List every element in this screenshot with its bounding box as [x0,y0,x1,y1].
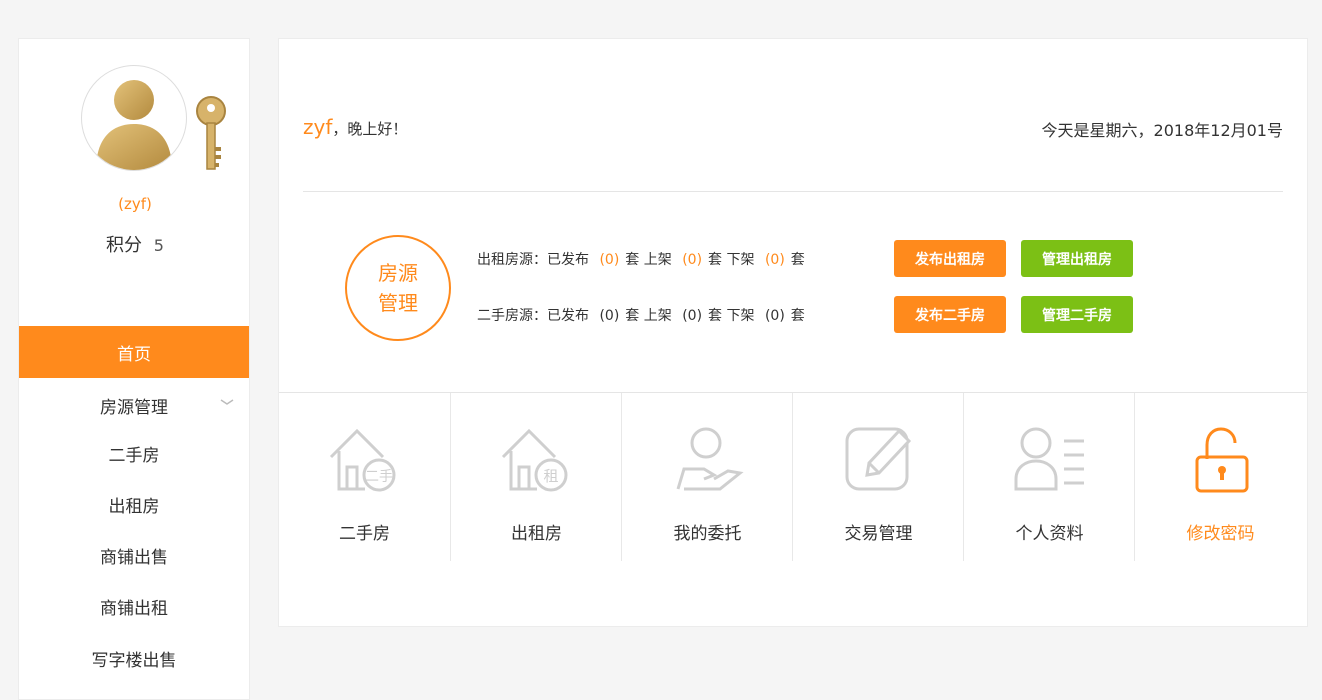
manage-second-hand-button[interactable]: 管理二手房 [1021,296,1133,333]
second-hand-stats: 二手房源：已发布 (0) 套 上架 (0) 套 下架 (0) 套 [477,305,805,325]
main-panel: zyf，晚上好！ 今天是星期六，2018年12月01号 房源 管理 出租房源：已… [278,38,1308,627]
nav-item-second-hand[interactable]: 二手房 [19,435,249,471]
badge-line-1: 房源 [378,261,418,285]
tile-label: 出租房 [511,524,562,544]
rent-delisted-count: (0) [764,252,785,268]
second-unit-3: 套 [790,308,805,324]
house-second-icon: 二手 [329,428,395,492]
sidebar: (zyf) 积分 5 首页 房源管理 二手房 出租房 商铺出售 商铺出租 写字楼… [18,38,250,700]
tile-second-hand[interactable]: 二手 二手房 [279,393,450,561]
second-published-count: (0) [599,308,620,324]
tile-label: 个人资料 [1015,524,1084,544]
entrust-icon [676,427,744,491]
tile-my-entrust[interactable]: 我的委托 [621,393,793,561]
divider [303,191,1283,192]
nav-home[interactable]: 首页 [19,326,249,378]
publish-rent-button[interactable]: 发布出租房 [894,240,1006,277]
avatar[interactable] [81,65,187,171]
rent-unit-2: 套 下架 [708,252,755,268]
tile-label: 修改密码 [1186,524,1255,544]
second-unit-1: 套 上架 [625,308,672,324]
tile-icon-badge: 租 [543,467,558,485]
tile-change-password[interactable]: 修改密码 [1134,393,1306,561]
greeting-text: ，晚上好！ [332,120,408,138]
tile-label: 二手房 [339,524,390,544]
rent-stats: 出租房源：已发布 (0) 套 上架 (0) 套 下架 (0) 套 [477,249,805,269]
nav-group-label: 房源管理 [100,397,168,418]
publish-second-hand-button[interactable]: 发布二手房 [894,296,1006,333]
rent-published-count: (0) [599,252,620,268]
lock-icon [1195,427,1248,493]
points-label: 积分 [106,235,143,256]
second-unit-2: 套 下架 [708,308,755,324]
greeting: zyf，晚上好！ [303,115,407,139]
edit-icon [845,427,911,491]
date-text: 今天是星期六，2018年12月01号 [1041,121,1283,140]
nav-item-shop-rent[interactable]: 商铺出租 [19,588,249,624]
rent-unit-1: 套 上架 [625,252,672,268]
tile-icon-badge: 二手 [365,469,393,485]
rent-listed-count: (0) [682,252,703,268]
second-delisted-count: (0) [764,308,785,324]
badge-line-2: 管理 [378,291,418,315]
nav-item-shop-sale[interactable]: 商铺出售 [19,537,249,573]
house-management-badge: 房源 管理 [345,235,451,341]
greeting-name: zyf [303,115,333,139]
avatar-icon [96,80,172,170]
second-stats-label: 二手房源：已发布 [477,308,589,324]
tile-profile[interactable]: 个人资料 [963,393,1135,561]
tile-label: 交易管理 [844,524,913,544]
rent-unit-3: 套 [790,252,805,268]
key-icon [196,96,226,170]
house-rent-icon: 租 [501,428,567,492]
nav-item-rental[interactable]: 出租房 [19,486,249,522]
points-value: 5 [153,236,164,255]
username: (zyf) [118,195,152,213]
rent-stats-label: 出租房源：已发布 [477,252,589,268]
tile-trade-management[interactable]: 交易管理 [792,393,964,561]
chevron-down-icon [220,399,234,405]
points: 积分 5 [19,231,251,257]
nav-group-house-management[interactable]: 房源管理 [19,387,249,423]
second-listed-count: (0) [682,308,703,324]
manage-rent-button[interactable]: 管理出租房 [1021,240,1133,277]
tile-label: 我的委托 [673,524,742,544]
profile-icon [1014,427,1084,491]
tile-rental[interactable]: 租 出租房 [450,393,622,561]
nav-item-office-sale[interactable]: 写字楼出售 [19,640,249,676]
